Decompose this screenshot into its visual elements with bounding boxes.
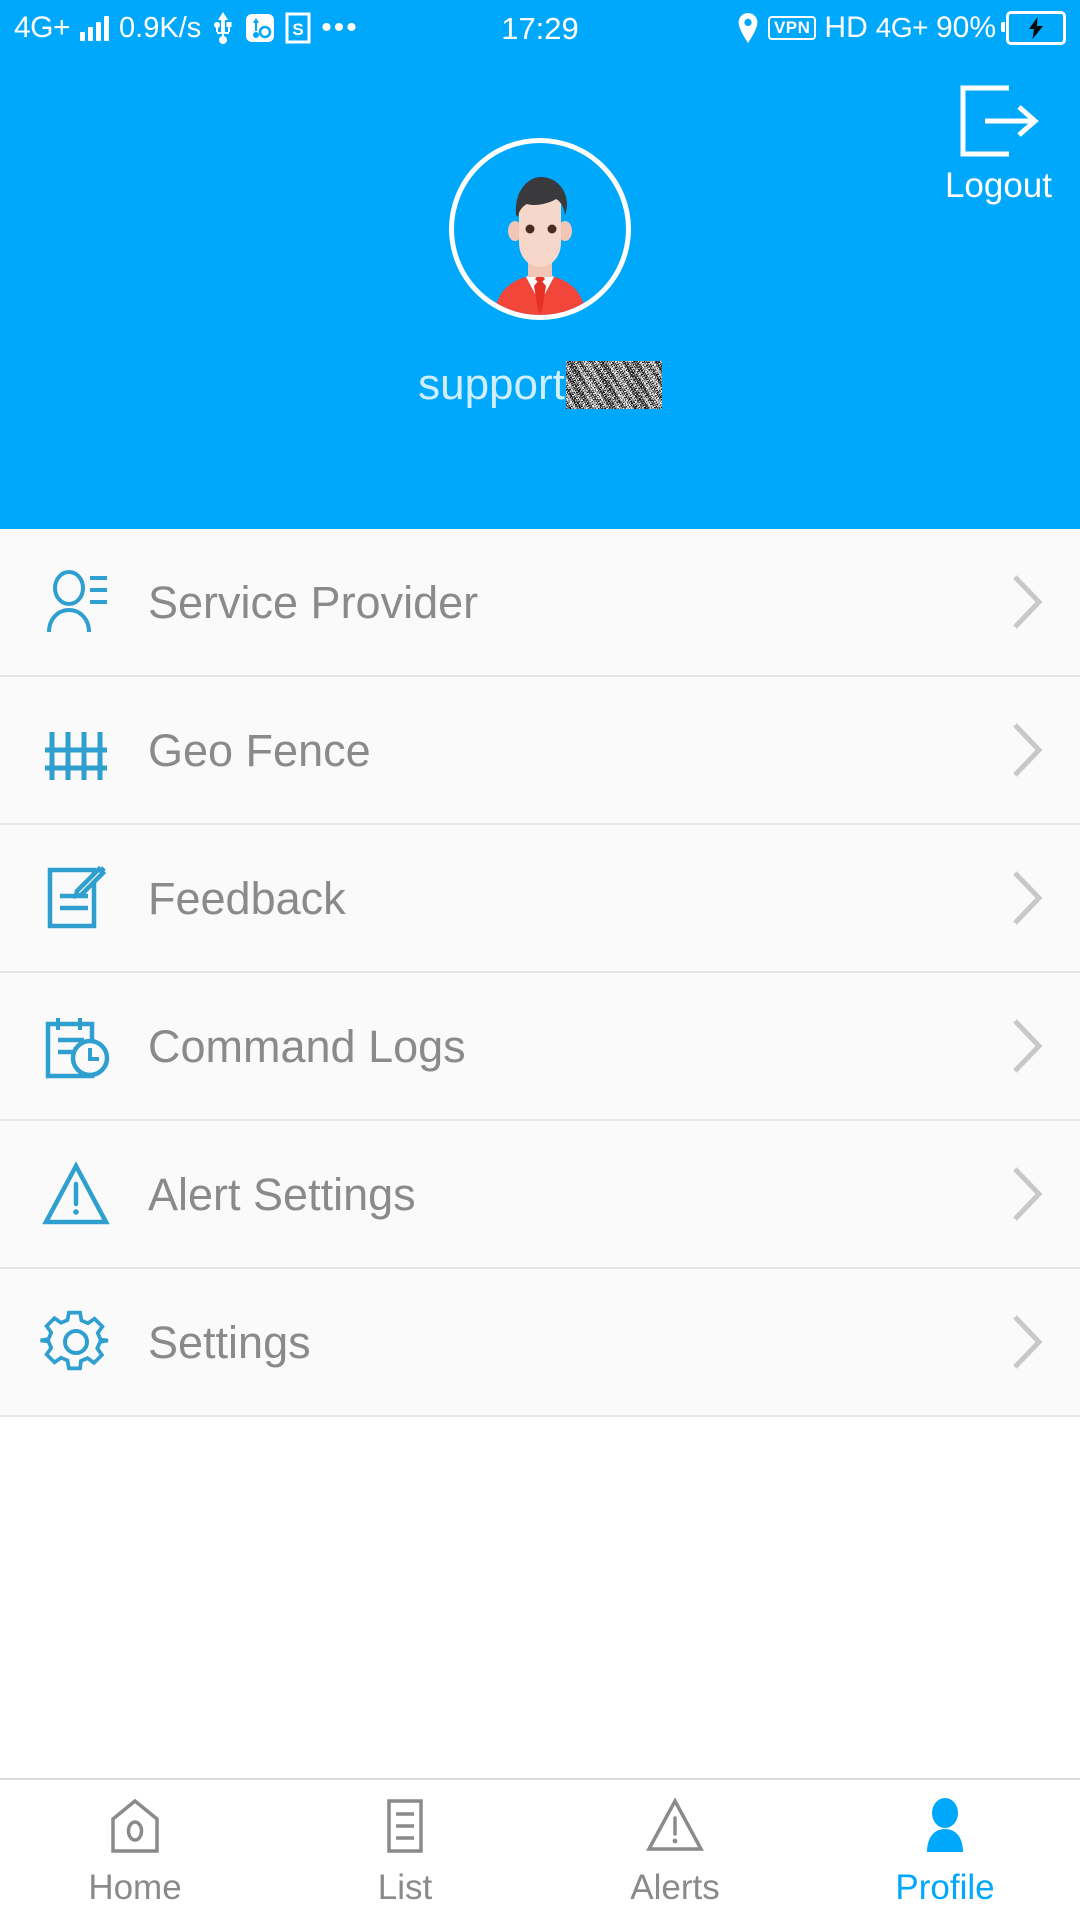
logout-arrow-icon (955, 82, 1041, 165)
profile-menu-list: Service Provider Geo Fence Feedback Comm… (0, 529, 1080, 1417)
battery-charging-icon (1001, 11, 1066, 45)
s-badge-icon: S (285, 12, 311, 44)
content-spacer (0, 1417, 1080, 1617)
menu-item-command-logs[interactable]: Command Logs (0, 973, 1080, 1121)
hd-label: HD (824, 11, 868, 44)
vpn-badge: VPN (767, 16, 817, 40)
more-dots-icon: ••• (321, 11, 359, 44)
svg-text:S: S (293, 20, 304, 39)
data-speed-label: 0.9K/s (119, 11, 202, 44)
usb-debugging-icon (245, 12, 275, 44)
menu-item-label: Command Logs (148, 1020, 466, 1072)
nav-item-profile[interactable]: Profile (810, 1780, 1080, 1920)
menu-item-label: Settings (148, 1316, 311, 1368)
menu-item-alert-settings[interactable]: Alert Settings (0, 1121, 1080, 1269)
gear-icon (40, 1306, 118, 1378)
username-label: support (418, 360, 565, 409)
fence-icon (40, 714, 118, 786)
menu-item-label: Feedback (148, 872, 346, 924)
warning-triangle-icon (644, 1795, 706, 1862)
status-bar-right: VPN HD 4G+ 90% (736, 11, 1066, 45)
warning-triangle-icon (40, 1158, 118, 1230)
usb-icon (211, 12, 235, 44)
logout-label: Logout (944, 166, 1052, 205)
username-redacted-block (565, 361, 662, 409)
battery-percent-label: 90% (935, 11, 996, 44)
menu-item-service-provider[interactable]: Service Provider (0, 529, 1080, 677)
nav-label: Alerts (630, 1868, 720, 1907)
menu-item-geo-fence[interactable]: Geo Fence (0, 677, 1080, 825)
contact-person-icon (40, 566, 118, 638)
person-filled-icon (914, 1795, 976, 1862)
chevron-right-icon (1010, 1313, 1050, 1371)
menu-item-feedback[interactable]: Feedback (0, 825, 1080, 973)
nav-label: Home (88, 1868, 182, 1907)
menu-item-label: Geo Fence (148, 724, 371, 776)
nav-item-list[interactable]: List (270, 1780, 540, 1920)
chevron-right-icon (1010, 573, 1050, 631)
network-type-label: 4G+ (14, 11, 71, 44)
notepad-clock-icon (40, 1010, 118, 1082)
profile-header: Logout support (0, 56, 1080, 529)
status-bar-left: 4G+ 0.9K/s S ••• (14, 12, 359, 44)
username-row: support (0, 361, 1080, 409)
network-type-label-2: 4G+ (875, 12, 929, 43)
bottom-navigation: Home List Alerts Profile (0, 1778, 1080, 1920)
home-icon (104, 1795, 166, 1862)
status-bar: 4G+ 0.9K/s S ••• 17:29 VPN HD 4G+ 90% (0, 0, 1080, 56)
list-document-icon (374, 1795, 436, 1862)
chevron-right-icon (1010, 721, 1050, 779)
chevron-right-icon (1010, 869, 1050, 927)
signal-bars-icon (80, 15, 110, 41)
nav-label: List (377, 1868, 433, 1907)
chevron-right-icon (1010, 1017, 1050, 1075)
nav-label: Profile (895, 1868, 995, 1907)
user-avatar-illustration (495, 177, 585, 315)
logout-button[interactable]: Logout (945, 82, 1052, 206)
nav-item-alerts[interactable]: Alerts (540, 1780, 810, 1920)
document-pencil-icon (40, 862, 118, 934)
menu-item-settings[interactable]: Settings (0, 1269, 1080, 1417)
menu-item-label: Service Provider (148, 576, 479, 628)
avatar[interactable] (449, 138, 631, 320)
menu-item-label: Alert Settings (148, 1168, 416, 1220)
nav-item-home[interactable]: Home (0, 1780, 270, 1920)
chevron-right-icon (1010, 1165, 1050, 1223)
location-pin-icon (736, 12, 760, 44)
